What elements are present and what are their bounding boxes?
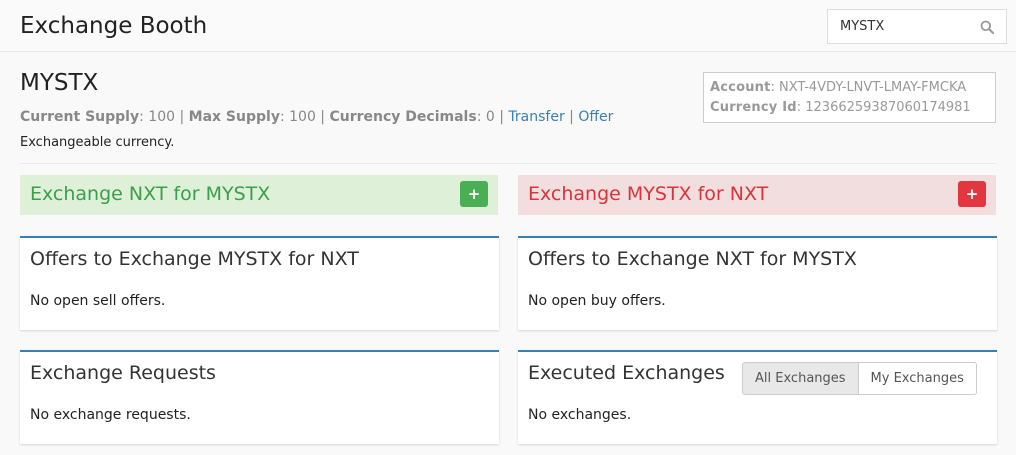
decimals-value: 0	[485, 109, 495, 125]
sell-offers-empty: No open sell offers.	[30, 293, 166, 309]
executed-exchanges-title: Executed Exchanges	[528, 362, 725, 384]
exchange-sell-button[interactable]: +	[958, 181, 986, 207]
exchange-buy-button[interactable]: +	[460, 181, 488, 207]
currency-name: MYSTX	[20, 70, 99, 96]
current-supply-label: Current Supply	[20, 109, 140, 125]
executed-exchanges-empty: No exchanges.	[528, 407, 632, 423]
buy-offers-empty: No open buy offers.	[528, 293, 666, 309]
account-label: Account	[710, 80, 771, 95]
currency-id-label: Currency Id	[710, 100, 797, 115]
buy-offers-title: Offers to Exchange NXT for MYSTX	[528, 248, 857, 270]
account-value: NXT-4VDY-LNVT-LMAY-FMCKA	[779, 80, 967, 95]
exchange-requests-panel: Exchange Requests No exchange requests.	[20, 350, 499, 444]
currency-info-box: Account: NXT-4VDY-LNVT-LMAY-FMCKA Curren…	[703, 72, 996, 123]
page-title: Exchange Booth	[20, 13, 208, 39]
exchange-requests-empty: No exchange requests.	[30, 407, 191, 423]
exchange-requests-title: Exchange Requests	[30, 362, 216, 384]
my-exchanges-tab[interactable]: My Exchanges	[858, 362, 977, 395]
divider	[20, 163, 996, 164]
supply-line: Current Supply: 100 | Max Supply: 100 | …	[20, 109, 614, 125]
exchange-sell-title: Exchange MYSTX for NXT	[528, 183, 769, 205]
currency-id-value: 12366259387060174981	[805, 100, 971, 115]
buy-offers-panel: Offers to Exchange NXT for MYSTX No open…	[518, 236, 997, 330]
top-bar: Exchange Booth	[0, 0, 1016, 52]
sell-offers-title: Offers to Exchange MYSTX for NXT	[30, 248, 359, 270]
currency-description: Exchangeable currency.	[20, 135, 175, 150]
current-supply-value: 100	[148, 109, 176, 125]
search-icon[interactable]	[980, 20, 994, 34]
transfer-link[interactable]: Transfer	[508, 109, 564, 125]
exchange-sell-bar: Exchange MYSTX for NXT +	[518, 175, 996, 215]
exchange-buy-bar: Exchange NXT for MYSTX +	[20, 175, 498, 215]
decimals-label: Currency Decimals	[329, 109, 477, 125]
max-supply-value: 100	[289, 109, 316, 125]
offer-link[interactable]: Offer	[578, 109, 613, 125]
max-supply-label: Max Supply	[188, 109, 280, 125]
search-input[interactable]	[840, 10, 970, 43]
exchange-filter-tabs: All Exchanges My Exchanges	[742, 362, 977, 395]
search-box[interactable]	[827, 9, 1007, 44]
exchange-buy-title: Exchange NXT for MYSTX	[30, 183, 271, 205]
executed-exchanges-panel: Executed Exchanges All Exchanges My Exch…	[518, 350, 997, 444]
sell-offers-panel: Offers to Exchange MYSTX for NXT No open…	[20, 236, 499, 330]
all-exchanges-tab[interactable]: All Exchanges	[742, 362, 859, 395]
